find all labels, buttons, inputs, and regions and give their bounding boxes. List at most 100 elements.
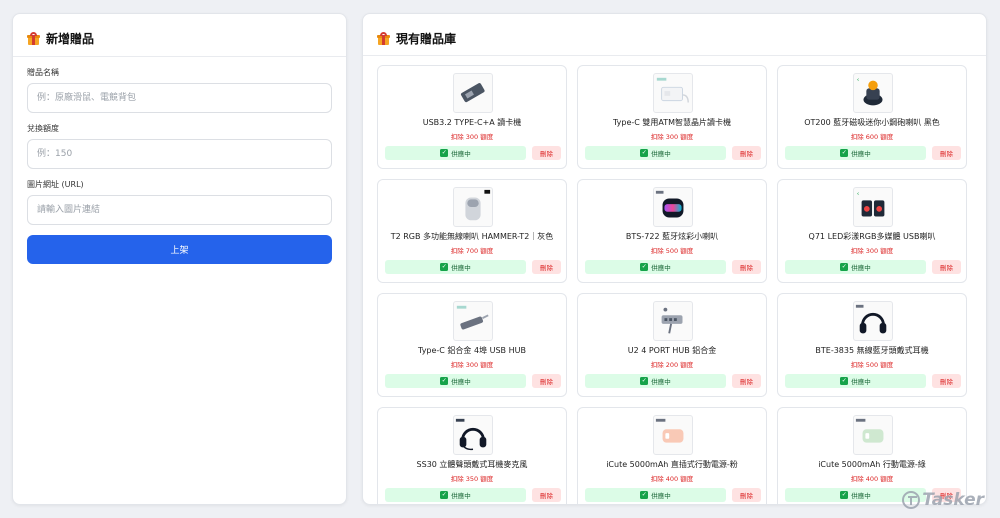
product-name: T2 RGB 多功能無線喇叭 HAMMER-T2｜灰色 [390,232,554,241]
product-price: 扣除 300 額度 [450,133,494,141]
product-price: 扣除 600 額度 [850,133,894,141]
gift-name-label: 贈品名稱 [27,68,59,77]
submit-button[interactable]: 上架 [27,235,332,264]
status-badge[interactable]: ✓ 供應中 [385,260,526,274]
product-image [453,187,493,227]
product-image: ‹ [853,73,893,113]
check-icon: ✓ [440,377,449,385]
delete-button[interactable]: 刪除 [732,488,761,502]
product-price: 扣除 300 額度 [850,247,894,255]
delete-button[interactable]: 刪除 [532,488,561,502]
status-badge[interactable]: ✓ 供應中 [585,488,726,502]
delete-button[interactable]: 刪除 [932,374,961,388]
status-label: 供應中 [851,150,871,158]
status-badge[interactable]: ✓ 供應中 [785,146,926,160]
delete-button[interactable]: 刪除 [532,146,561,160]
gift-card: BTS-722 藍牙炫彩小喇叭 扣除 500 額度 ✓ 供應中 刪除 [577,179,767,283]
check-icon: ✓ [840,491,849,499]
status-badge[interactable]: ✓ 供應中 [385,488,526,502]
product-price: 扣除 350 額度 [450,475,494,483]
status-label: 供應中 [851,264,871,272]
gift-card: USB3.2 TYPE-C+A 讀卡機 扣除 300 額度 ✓ 供應中 刪除 [377,65,567,169]
gift-library-header: 現有贈品庫 [377,28,976,48]
delete-button[interactable]: 刪除 [732,374,761,388]
product-price: 扣除 300 額度 [650,133,694,141]
check-icon: ✓ [640,263,649,271]
divider [13,56,346,57]
gift-icon [377,31,390,45]
status-badge[interactable]: ✓ 供應中 [785,260,926,274]
product-price: 扣除 400 額度 [650,475,694,483]
gift-card: Type-C 鋁合金 4埠 USB HUB 扣除 300 額度 ✓ 供應中 刪除 [377,293,567,397]
product-name: iCute 5000mAh 行動電源-綠 [818,460,926,469]
delete-button[interactable]: 刪除 [532,260,561,274]
delete-button[interactable]: 刪除 [732,260,761,274]
product-image [453,73,493,113]
redeem-amount-input[interactable] [27,139,332,169]
status-badge[interactable]: ✓ 供應中 [585,260,726,274]
gift-library-panel: 現有贈品庫 USB3.2 TYPE-C+A 讀卡機 扣除 300 額度 ✓ 供應中… [362,13,987,505]
gift-card: ‹ OT200 藍牙磁吸迷你小鋼砲喇叭 黑色 扣除 600 額度 ✓ 供應中 刪除 [777,65,967,169]
check-icon: ✓ [840,149,849,157]
product-image [653,187,693,227]
product-price: 扣除 700 額度 [450,247,494,255]
status-label: 供應中 [451,492,471,500]
gift-card: Type-C 雙用ATM智慧晶片讀卡機 扣除 300 額度 ✓ 供應中 刪除 [577,65,767,169]
gift-library-title: 現有贈品庫 [396,31,457,46]
product-image [453,415,493,455]
delete-button[interactable]: 刪除 [732,146,761,160]
check-icon: ✓ [440,149,449,157]
redeem-amount-label: 兌換額度 [27,124,59,133]
gift-icon [27,31,40,45]
tasker-logo-icon [902,491,921,509]
product-name: OT200 藍牙磁吸迷你小鋼砲喇叭 黑色 [804,118,940,127]
gift-name-input[interactable] [27,83,332,113]
gift-card: iCute 5000mAh 直插式行動電源-粉 扣除 400 額度 ✓ 供應中 刪… [577,407,767,504]
product-image [653,73,693,113]
product-image [653,301,693,341]
check-icon: ✓ [440,263,449,271]
status-badge[interactable]: ✓ 供應中 [785,374,926,388]
product-price: 扣除 500 額度 [850,361,894,369]
tasker-watermark: Tasker [902,490,984,510]
status-badge[interactable]: ✓ 供應中 [385,374,526,388]
gift-card: T2 RGB 多功能無線喇叭 HAMMER-T2｜灰色 扣除 700 額度 ✓ 供… [377,179,567,283]
status-label: 供應中 [851,492,871,500]
product-name: BTE-3835 無線藍牙頭戴式耳機 [815,346,929,355]
status-badge[interactable]: ✓ 供應中 [585,374,726,388]
gift-card: U2 4 PORT HUB 鋁合金 扣除 200 額度 ✓ 供應中 刪除 [577,293,767,397]
product-name: U2 4 PORT HUB 鋁合金 [627,346,717,355]
product-name: Type-C 鋁合金 4埠 USB HUB [418,346,526,355]
status-label: 供應中 [651,264,671,272]
product-price: 扣除 200 額度 [650,361,694,369]
delete-button[interactable]: 刪除 [532,374,561,388]
status-label: 供應中 [651,492,671,500]
status-badge[interactable]: ✓ 供應中 [585,146,726,160]
check-icon: ✓ [640,491,649,499]
divider [363,55,986,56]
product-image [853,301,893,341]
gift-card: SS30 立體聲頭戴式耳機麥克風 扣除 350 額度 ✓ 供應中 刪除 [377,407,567,504]
add-gift-panel: 新增贈品 贈品名稱 兌換額度 圖片網址 (URL) 上架 [12,13,347,505]
delete-button[interactable]: 刪除 [932,260,961,274]
check-icon: ✓ [440,491,449,499]
image-url-label: 圖片網址 (URL) [27,180,84,189]
check-icon: ✓ [840,377,849,385]
product-name: Q71 LED彩漾RGB多媒體 USB喇叭 [808,232,936,241]
status-label: 供應中 [651,378,671,386]
add-gift-header: 新增贈品 [27,28,332,48]
watermark-text: Tasker [922,490,984,510]
status-label: 供應中 [451,264,471,272]
check-icon: ✓ [640,149,649,157]
product-name: SS30 立體聲頭戴式耳機麥克風 [416,460,528,469]
product-image [653,415,693,455]
image-url-input[interactable] [27,195,332,225]
product-name: BTS-722 藍牙炫彩小喇叭 [625,232,719,241]
status-badge[interactable]: ✓ 供應中 [385,146,526,160]
product-price: 扣除 500 額度 [650,247,694,255]
status-label: 供應中 [851,378,871,386]
product-price: 扣除 300 額度 [450,361,494,369]
svg-text:‹: ‹ [857,192,859,198]
gift-card: BTE-3835 無線藍牙頭戴式耳機 扣除 500 額度 ✓ 供應中 刪除 [777,293,967,397]
delete-button[interactable]: 刪除 [932,146,961,160]
